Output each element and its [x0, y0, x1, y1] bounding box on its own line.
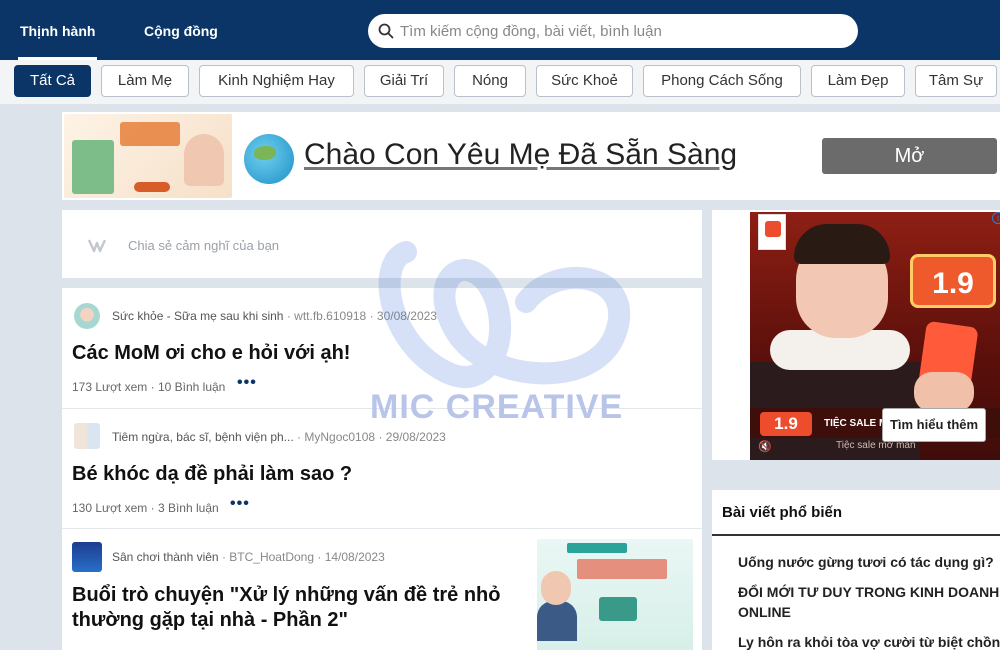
composer-placeholder[interactable]: Chia sẻ cảm nghĩ của bạn	[128, 238, 279, 253]
category-phong-cach-song[interactable]: Phong Cách Sống	[643, 65, 801, 97]
category-kinh-nghiem-hay[interactable]: Kinh Nghiệm Hay	[199, 65, 354, 97]
tab-community[interactable]: Cộng đồng	[144, 0, 218, 60]
community-name[interactable]: Sức khỏe - Sữa mẹ sau khi sinh	[112, 309, 283, 323]
popular-posts: Bài viết phổ biến Uống nước gừng tươi có…	[712, 490, 1000, 650]
banner-title[interactable]: Chào Con Yêu Mẹ Đã Sẵn Sàng	[304, 138, 737, 172]
post-title[interactable]: Buổi trò chuyện "Xử lý những vấn đề trẻ …	[72, 583, 522, 633]
popular-item[interactable]: ĐỔI MỚI TƯ DUY TRONG KINH DOANH ONLINE	[738, 582, 1000, 622]
search-icon	[378, 23, 394, 39]
post-meta: Tiêm ngừa, bác sĩ, bệnh viện ph... · MyN…	[112, 430, 446, 444]
community-name[interactable]: Sân chơi thành viên	[112, 550, 219, 564]
category-tam-su[interactable]: Tâm Sự	[915, 65, 997, 97]
category-bar: Tất Cả Làm Mẹ Kinh Nghiệm Hay Giải Trí N…	[0, 60, 1000, 104]
category-giai-tri[interactable]: Giải Trí	[364, 65, 444, 97]
view-count: 173 Lượt xem	[72, 380, 148, 394]
post-date: 30/08/2023	[376, 309, 437, 323]
popular-item[interactable]: Uống nước gừng tươi có tác dụng gì?	[738, 552, 1000, 572]
post-meta: Sức khỏe - Sữa mẹ sau khi sinh · wtt.fb.…	[112, 309, 437, 323]
search-input[interactable]	[400, 14, 840, 48]
site-logo-icon	[87, 239, 107, 253]
top-navbar: Thịnh hành Cộng đồng	[0, 0, 1000, 60]
side-ad-image: 1.9 1.9 TIỆC SALE MỘ MOMÀN Tiệc sale mở …	[750, 212, 1000, 460]
globe-logo-icon	[244, 134, 294, 184]
post-stats: 130 Lượt xem · 3 Bình luận	[72, 501, 219, 515]
author-name[interactable]: wtt.fb.610918	[294, 309, 366, 323]
popular-item[interactable]: Ly hôn ra khỏi tòa vợ cười từ biệt chồng	[738, 632, 1000, 650]
banner-ad[interactable]: Chào Con Yêu Mẹ Đã Sẵn Sàng Mở	[62, 112, 1000, 200]
author-name[interactable]: BTC_HoatDong	[229, 550, 314, 564]
post-date: 29/08/2023	[385, 430, 446, 444]
side-ad[interactable]: 1.9 1.9 TIỆC SALE MỘ MOMÀN Tiệc sale mở …	[712, 210, 1000, 460]
post-item[interactable]: Sức khỏe - Sữa mẹ sau khi sinh · wtt.fb.…	[62, 288, 702, 408]
sale-badge: 1.9	[760, 412, 812, 436]
ad-info-icon[interactable]: i	[992, 212, 1000, 224]
post-title[interactable]: Các MoM ơi cho e hỏi với ạh!	[72, 341, 692, 366]
post-thumbnail[interactable]	[537, 539, 693, 650]
community-avatar	[72, 542, 102, 572]
sale-number: 1.9	[910, 254, 996, 308]
post-item[interactable]: Sân chơi thành viên · BTC_HoatDong · 14/…	[62, 528, 702, 650]
post-composer[interactable]: Chia sẻ cảm nghĩ của bạn	[62, 210, 702, 278]
comment-count[interactable]: 10 Bình luận	[158, 380, 225, 394]
open-button[interactable]: Mở	[822, 138, 997, 174]
more-options-icon[interactable]: •••	[237, 374, 257, 392]
shopee-logo-icon	[758, 214, 786, 250]
view-count: 130 Lượt xem	[72, 501, 148, 515]
search-bar[interactable]	[368, 14, 858, 48]
popular-heading: Bài viết phổ biến	[722, 504, 843, 521]
learn-more-button[interactable]: Tìm hiểu thêm	[882, 408, 986, 442]
post-meta: Sân chơi thành viên · BTC_HoatDong · 14/…	[112, 550, 385, 564]
post-item[interactable]: Tiêm ngừa, bác sĩ, bệnh viện ph... · MyN…	[62, 408, 702, 528]
more-options-icon[interactable]: •••	[230, 495, 250, 513]
post-title[interactable]: Bé khóc dạ đề phải làm sao ?	[72, 462, 692, 487]
community-avatar	[74, 303, 100, 329]
category-suc-khoe[interactable]: Sức Khoẻ	[536, 65, 633, 97]
tab-trending[interactable]: Thịnh hành	[17, 0, 98, 60]
category-nong[interactable]: Nóng	[454, 65, 526, 97]
category-all[interactable]: Tất Cả	[14, 65, 91, 97]
author-name[interactable]: MyNgoc0108	[304, 430, 375, 444]
community-avatar	[74, 423, 100, 449]
mute-icon[interactable]: 🔇	[758, 440, 774, 454]
divider	[712, 534, 1000, 536]
comment-count[interactable]: 3 Bình luận	[158, 501, 219, 515]
banner-ad-image	[64, 114, 232, 198]
post-stats: 173 Lượt xem · 10 Bình luận	[72, 380, 226, 394]
community-name[interactable]: Tiêm ngừa, bác sĩ, bệnh viện ph...	[112, 430, 294, 444]
post-date: 14/08/2023	[324, 550, 385, 564]
category-lam-dep[interactable]: Làm Đẹp	[811, 65, 905, 97]
category-lam-me[interactable]: Làm Mẹ	[101, 65, 189, 97]
post-feed: Sức khỏe - Sữa mẹ sau khi sinh · wtt.fb.…	[62, 288, 702, 650]
